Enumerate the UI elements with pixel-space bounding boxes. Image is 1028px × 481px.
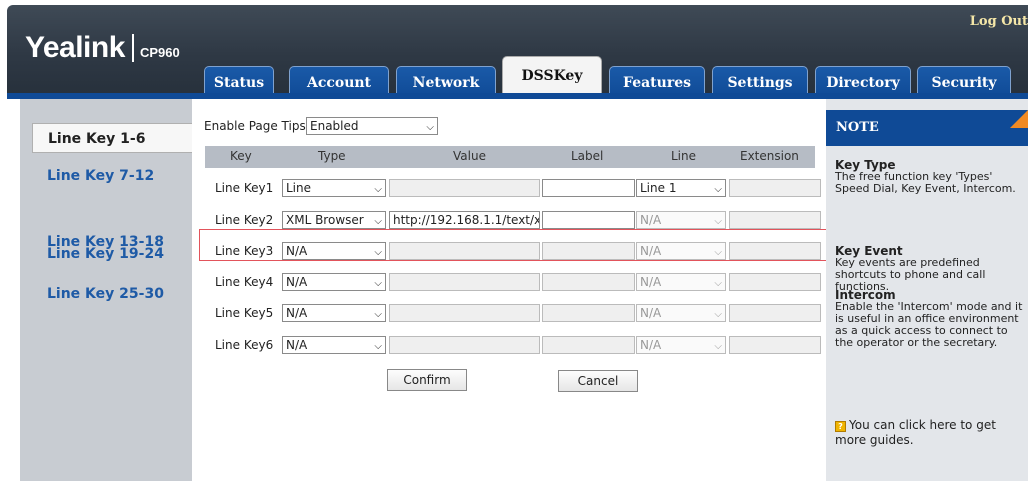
header-key: Key <box>230 149 252 163</box>
chevron-down-icon: ⌵ <box>374 216 382 227</box>
type-select[interactable]: N/A ⌵ <box>282 273 386 291</box>
sidebar-item-line-key-19-24[interactable]: Line Key 19-24 <box>20 239 192 269</box>
row-key-label: Line Key3 <box>215 244 274 258</box>
label-input[interactable] <box>542 179 635 197</box>
header-line: Line <box>671 149 697 163</box>
header-label: Label <box>571 149 604 163</box>
header-bar: Yealink CP960 Log Out Status Account Net… <box>7 5 1028 98</box>
line-select[interactable]: N/A ⌵ <box>636 304 726 322</box>
note-section-text: Enable the 'Intercom' mode and it is use… <box>835 300 1023 349</box>
header-type: Type <box>318 149 346 163</box>
line-value: N/A <box>640 306 662 320</box>
note-section-key-event: Key Event Key events are predefined shor… <box>835 245 1025 293</box>
brand-logo: Yealink <box>25 31 125 64</box>
extension-input[interactable] <box>729 304 821 322</box>
type-select[interactable]: Line ⌵ <box>282 179 386 197</box>
note-corner <box>1010 110 1028 128</box>
type-select[interactable]: XML Browser ⌵ <box>282 211 386 229</box>
chevron-down-icon: ⌵ <box>374 341 382 352</box>
line-value: N/A <box>640 213 662 227</box>
type-value: N/A <box>286 306 308 320</box>
label-input[interactable] <box>542 273 635 291</box>
logout-link[interactable]: Log Out <box>970 14 1028 29</box>
extension-input[interactable] <box>729 273 821 291</box>
row-key-label: Line Key2 <box>215 213 274 227</box>
line-select[interactable]: N/A ⌵ <box>636 273 726 291</box>
note-section-intercom: Intercom Enable the 'Intercom' mode and … <box>835 289 1025 349</box>
help-icon: ? <box>835 421 846 432</box>
guide-link[interactable]: ? You can click here to get more guides. <box>835 418 1020 448</box>
sidebar: Line Key 1-6 Line Key 7-12 Line Key 13-1… <box>20 99 192 481</box>
main-panel: Enable Page Tips Enabled ⌵ Key Type Valu… <box>199 99 829 481</box>
header-value: Value <box>453 149 486 163</box>
row-key-label: Line Key4 <box>215 275 274 289</box>
page-tips-label: Enable Page Tips <box>204 119 306 133</box>
value-input[interactable] <box>389 179 540 197</box>
logo-divider <box>132 34 134 62</box>
label-input[interactable] <box>542 242 635 260</box>
extension-input[interactable] <box>729 211 821 229</box>
type-select[interactable]: N/A ⌵ <box>282 304 386 322</box>
extension-input[interactable] <box>729 179 821 197</box>
tab-dsskey[interactable]: DSSKey <box>502 56 602 98</box>
value-input[interactable] <box>389 336 540 354</box>
value-input[interactable]: http://192.168.1.1/text/xm <box>389 211 540 229</box>
line-value: N/A <box>640 338 662 352</box>
type-value: N/A <box>286 275 308 289</box>
header-extension: Extension <box>740 149 799 163</box>
row-key-label: Line Key5 <box>215 306 274 320</box>
label-input[interactable] <box>542 211 635 229</box>
value-input[interactable] <box>389 273 540 291</box>
value-input[interactable] <box>389 242 540 260</box>
chevron-down-icon: ⌵ <box>714 184 722 195</box>
chevron-down-icon: ⌵ <box>426 122 434 133</box>
value-input[interactable] <box>389 304 540 322</box>
guide-text: You can click here to get more guides. <box>835 418 996 447</box>
line-select[interactable]: N/A ⌵ <box>636 336 726 354</box>
sidebar-item-line-key-25-30[interactable]: Line Key 25-30 <box>20 279 192 309</box>
chevron-down-icon: ⌵ <box>714 309 722 320</box>
chevron-down-icon: ⌵ <box>714 247 722 258</box>
chevron-down-icon: ⌵ <box>374 278 382 289</box>
note-title: NOTE <box>826 110 1028 146</box>
note-section-key-type: Key Type The free function key 'Types' S… <box>835 159 1025 195</box>
type-select[interactable]: N/A ⌵ <box>282 242 386 260</box>
chevron-down-icon: ⌵ <box>374 184 382 195</box>
chevron-down-icon: ⌵ <box>714 278 722 289</box>
extension-input[interactable] <box>729 242 821 260</box>
label-input[interactable] <box>542 336 635 354</box>
cancel-button[interactable]: Cancel <box>558 370 638 392</box>
line-select[interactable]: Line 1 ⌵ <box>636 179 726 197</box>
type-value: N/A <box>286 338 308 352</box>
confirm-button[interactable]: Confirm <box>387 369 467 391</box>
chevron-down-icon: ⌵ <box>374 247 382 258</box>
page-tips-value: Enabled <box>310 119 359 133</box>
line-value: N/A <box>640 244 662 258</box>
page-tips-select[interactable]: Enabled ⌵ <box>306 117 438 135</box>
label-input[interactable] <box>542 304 635 322</box>
line-value: N/A <box>640 275 662 289</box>
line-select[interactable]: N/A ⌵ <box>636 242 726 260</box>
model-name: CP960 <box>140 45 180 60</box>
chevron-down-icon: ⌵ <box>714 341 722 352</box>
line-select[interactable]: N/A ⌵ <box>636 211 726 229</box>
sidebar-item-line-key-1-6[interactable]: Line Key 1-6 <box>32 123 192 153</box>
note-panel: NOTE Key Type The free function key 'Typ… <box>826 99 1028 481</box>
type-value: Line <box>286 181 312 195</box>
type-value: N/A <box>286 244 308 258</box>
chevron-down-icon: ⌵ <box>714 216 722 227</box>
note-section-text: The free function key 'Types' Speed Dial… <box>835 170 1016 195</box>
table-header: Key Type Value Label Line Extension <box>205 146 815 168</box>
extension-input[interactable] <box>729 336 821 354</box>
row-key-label: Line Key6 <box>215 338 274 352</box>
type-select[interactable]: N/A ⌵ <box>282 336 386 354</box>
line-value: Line 1 <box>640 181 677 195</box>
chevron-down-icon: ⌵ <box>374 309 382 320</box>
type-value: XML Browser <box>286 213 364 227</box>
row-key-label: Line Key1 <box>215 181 274 195</box>
sidebar-item-line-key-7-12[interactable]: Line Key 7-12 <box>20 161 192 191</box>
